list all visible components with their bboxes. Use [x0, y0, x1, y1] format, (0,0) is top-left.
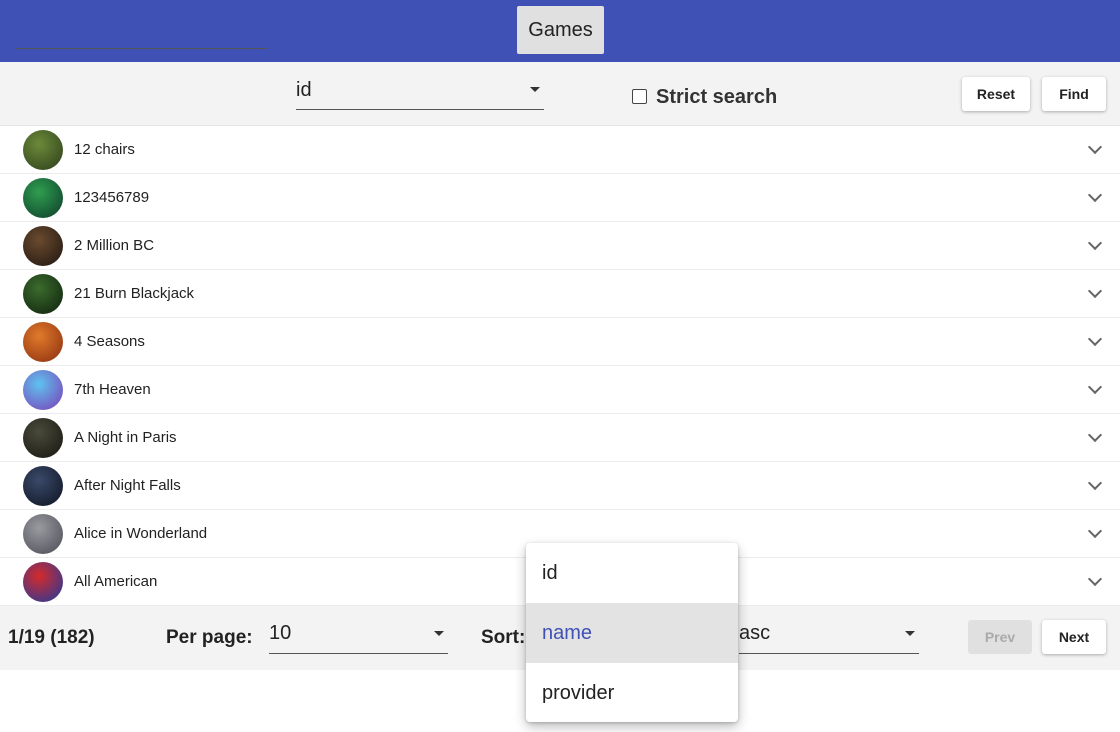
game-avatar: [23, 370, 63, 410]
chevron-down-icon[interactable]: [1087, 571, 1103, 587]
caret-down-icon: [530, 87, 540, 92]
game-name: 4 Seasons: [74, 333, 145, 350]
game-list-item[interactable]: 4 Seasons: [0, 318, 1120, 366]
game-avatar: [23, 178, 63, 218]
tab-games[interactable]: Games: [517, 6, 604, 54]
game-name: 21 Burn Blackjack: [74, 285, 195, 302]
page-info: 1/19 (182): [8, 627, 95, 648]
chevron-down-icon[interactable]: [1087, 283, 1103, 299]
game-list-item[interactable]: 7th Heaven: [0, 366, 1120, 414]
game-avatar: [23, 322, 63, 362]
chevron-down-icon[interactable]: [1087, 331, 1103, 347]
strict-search-label: Strict search: [656, 86, 778, 108]
game-name: All American: [74, 573, 158, 590]
game-name: After Night Falls: [74, 477, 181, 494]
game-list-item[interactable]: After Night Falls: [0, 462, 1120, 510]
reset-button[interactable]: Reset: [962, 77, 1030, 111]
sort-order-select[interactable]: asc: [739, 622, 919, 654]
chevron-down-icon[interactable]: [1087, 187, 1103, 203]
chevron-down-icon[interactable]: [1087, 235, 1103, 251]
sort-field-dropdown: id name provider: [526, 543, 738, 722]
sort-option-id[interactable]: id: [526, 543, 738, 603]
filter-bar: [0, 62, 1120, 126]
next-page-button[interactable]: Next: [1042, 620, 1106, 654]
game-name: 2 Million BC: [74, 237, 155, 254]
game-name: 12 chairs: [74, 141, 135, 158]
game-avatar: [23, 418, 63, 458]
game-avatar: [23, 466, 63, 506]
search-field-select[interactable]: id: [296, 79, 544, 110]
game-avatar: [23, 274, 63, 314]
game-avatar: [23, 514, 63, 554]
caret-down-icon: [434, 631, 444, 636]
game-list-item[interactable]: 123456789: [0, 174, 1120, 222]
search-field-value: id: [296, 79, 312, 101]
game-avatar: [23, 562, 63, 602]
per-page-label: Per page:: [166, 627, 253, 648]
sort-label: Sort:: [481, 627, 526, 648]
game-list-item[interactable]: A Night in Paris: [0, 414, 1120, 462]
games-list: 12 chairs 123456789 2 Million BC 21 Burn Bl…: [0, 126, 1120, 606]
per-page-value: 10: [269, 622, 292, 644]
strict-search-checkbox[interactable]: [632, 89, 647, 104]
search-input[interactable]: [15, 26, 267, 49]
chevron-down-icon[interactable]: [1087, 139, 1103, 155]
game-list-item[interactable]: 21 Burn Blackjack: [0, 270, 1120, 318]
game-list-item[interactable]: 12 chairs: [0, 126, 1120, 174]
game-name: 123456789: [74, 189, 150, 206]
prev-page-button[interactable]: Prev: [968, 620, 1032, 654]
sort-order-value: asc: [739, 622, 771, 644]
game-avatar: [23, 130, 63, 170]
game-avatar: [23, 226, 63, 266]
sort-option-name[interactable]: name: [526, 603, 738, 663]
chevron-down-icon[interactable]: [1087, 379, 1103, 395]
game-name: A Night in Paris: [74, 429, 177, 446]
game-name: 7th Heaven: [74, 381, 151, 398]
chevron-down-icon[interactable]: [1087, 475, 1103, 491]
find-button[interactable]: Find: [1042, 77, 1106, 111]
game-name: Alice in Wonderland: [74, 525, 208, 542]
caret-down-icon: [905, 631, 915, 636]
sort-option-provider[interactable]: provider: [526, 663, 738, 722]
per-page-select[interactable]: 10: [269, 622, 448, 654]
chevron-down-icon[interactable]: [1087, 523, 1103, 539]
game-list-item[interactable]: 2 Million BC: [0, 222, 1120, 270]
chevron-down-icon[interactable]: [1087, 427, 1103, 443]
